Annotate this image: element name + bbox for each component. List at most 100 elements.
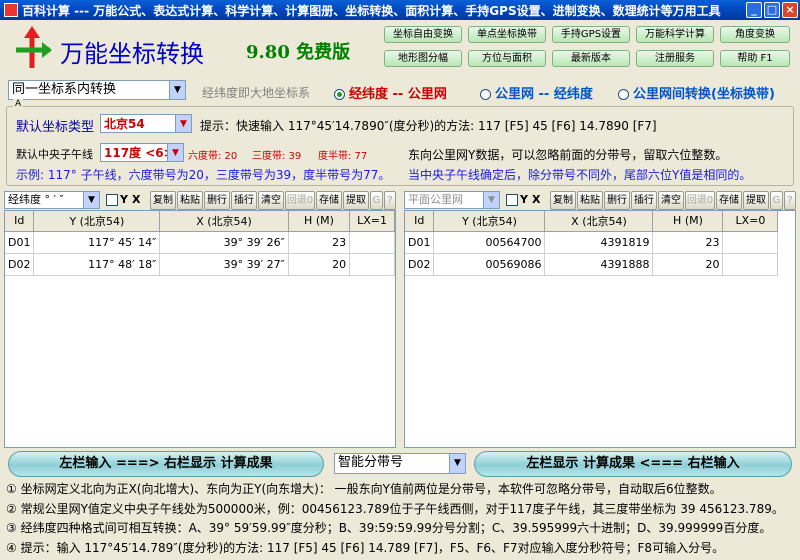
zone-select[interactable]: 智能分带号 ▼ (334, 453, 466, 474)
radio-label: 公里网间转换(坐标换带) (633, 87, 775, 102)
right-data-grid[interactable]: Id Y (北京54) X (北京54) H (M) LX=0 D01 0056… (404, 210, 796, 448)
right-format-select[interactable]: 平面公里网 ▼ (404, 191, 500, 209)
cell-h[interactable]: 23 (288, 231, 351, 254)
col-header-y[interactable]: Y (北京54) (33, 211, 161, 232)
left-save-button[interactable]: 存储 (316, 191, 342, 210)
table-row[interactable]: D02 117° 48′ 18″ 39° 39′ 27″ 20 (5, 253, 395, 276)
angle-transform-button[interactable]: 角度变换 (720, 26, 790, 43)
left-delete-row-button[interactable]: 删行 (204, 191, 230, 210)
left-to-right-button[interactable]: 左栏输入 ===> 右栏显示 计算成果 (8, 451, 324, 477)
help-button[interactable]: 帮助 F1 (720, 50, 790, 67)
note-line: ① 坐标网定义北向为正X(向北增大)、东向为正Y(向东增大)： 一般东向Y值前两… (6, 482, 722, 496)
register-button[interactable]: 注册服务 (636, 50, 714, 67)
left-undo-button[interactable]: 回退0 (285, 191, 315, 210)
right-paste-button[interactable]: 粘贴 (577, 191, 603, 210)
meridian-note: 当中央子午线确定后，除分带号不同外，尾部六位Y值是相同的。 (408, 168, 752, 182)
cell-x[interactable]: 39° 39′ 26″ (159, 231, 289, 254)
right-help-button[interactable]: ? (784, 191, 796, 210)
app-icon (4, 3, 18, 17)
mode-hint: 经纬度即大地坐标系 (202, 86, 311, 100)
close-button[interactable]: × (782, 2, 798, 18)
zone-select-value: 智能分带号 (338, 455, 404, 470)
scientific-calc-button[interactable]: 万能科学计算 (636, 26, 714, 43)
cell-id[interactable]: D02 (405, 253, 435, 276)
cell-id[interactable]: D02 (5, 253, 35, 276)
azimuth-area-button[interactable]: 方位与面积 (468, 50, 546, 67)
cell-id[interactable]: D01 (405, 231, 435, 254)
cell-id[interactable]: D01 (5, 231, 35, 254)
right-copy-button[interactable]: 复制 (550, 191, 576, 210)
right-clear-button[interactable]: 清空 (658, 191, 684, 210)
cell-lx[interactable] (722, 231, 779, 254)
minimize-button[interactable]: _ (746, 2, 762, 18)
right-insert-row-button[interactable]: 插行 (631, 191, 657, 210)
map-sheet-button[interactable]: 地形图分幅 (384, 50, 462, 67)
left-copy-button[interactable]: 复制 (150, 191, 176, 210)
right-to-left-button[interactable]: 左栏显示 计算成果 <=== 右栏输入 (474, 451, 792, 477)
col-header-h[interactable]: H (M) (652, 211, 724, 232)
cell-y[interactable]: 00569086 (433, 253, 546, 276)
cell-h[interactable]: 23 (652, 231, 724, 254)
col-header-x[interactable]: X (北京54) (544, 211, 654, 232)
cell-h[interactable]: 20 (288, 253, 351, 276)
radio-grid-rezone[interactable]: 公里网间转换(坐标换带) (618, 83, 775, 102)
maximize-button[interactable]: □ (764, 2, 780, 18)
right-undo-button[interactable]: 回退0 (685, 191, 715, 210)
col-header-lx[interactable]: LX=1 (349, 211, 395, 232)
left-format-select[interactable]: 经纬度 ° ′ ″ ▼ (4, 191, 100, 209)
right-save-button[interactable]: 存储 (716, 191, 742, 210)
free-transform-button[interactable]: 坐标自由变换 (384, 26, 462, 43)
radio-dot (334, 89, 345, 100)
col-header-lx[interactable]: LX=0 (722, 211, 779, 232)
conversion-select-value: 同一坐标系内转换 (12, 82, 117, 97)
left-clear-button[interactable]: 清空 (258, 191, 284, 210)
coord-type-select[interactable]: 北京54 ▼ (100, 114, 192, 133)
note-line: ④ 提示：输入 117°45′14.789″(度分秒)的方法: 117 [F5]… (6, 540, 725, 555)
cell-lx[interactable] (722, 253, 779, 276)
window-title: 百科计算 --- 万能公式、表达式计算、科学计算、计算图册、坐标转换、面积计算、… (22, 3, 721, 18)
left-insert-row-button[interactable]: 插行 (231, 191, 257, 210)
radio-grid-to-latlon[interactable]: 公里网 -- 经纬度 (480, 83, 593, 102)
right-g-button[interactable]: G (770, 191, 783, 210)
col-header-x[interactable]: X (北京54) (159, 211, 289, 232)
left-y-checkbox[interactable] (106, 194, 118, 206)
quick-input-tip: 提示：快速输入 117°45′14.7890″(度分秒)的方法: 117 [F5… (200, 119, 657, 133)
latest-version-button[interactable]: 最新版本 (552, 50, 630, 67)
col-header-id[interactable]: Id (5, 211, 35, 232)
table-row[interactable]: D02 00569086 4391888 20 (405, 253, 779, 276)
cell-lx[interactable] (349, 231, 395, 254)
chevron-down-icon: ▼ (167, 144, 183, 161)
radio-latlon-to-grid[interactable]: 经纬度 -- 公里网 (334, 83, 447, 102)
single-point-rezone-button[interactable]: 单点坐标换带 (468, 26, 546, 43)
left-g-button[interactable]: G (370, 191, 383, 210)
right-format-value: 平面公里网 (408, 193, 463, 206)
cell-x[interactable]: 39° 39′ 27″ (159, 253, 289, 276)
right-delete-row-button[interactable]: 删行 (604, 191, 630, 210)
cell-x[interactable]: 4391819 (544, 231, 654, 254)
meridian-label: 默认中央子午线 (16, 148, 93, 161)
table-row[interactable]: D01 117° 45′ 14″ 39° 39′ 26″ 23 (5, 231, 395, 254)
example-note: 示例: 117° 子午线，六度带号为20，三度带号为39，度半带号为77。 (16, 168, 391, 182)
gps-settings-button[interactable]: 手持GPS设置 (552, 26, 630, 43)
cell-y[interactable]: 00564700 (433, 231, 546, 254)
conversion-select[interactable]: 同一坐标系内转换 ▼ (8, 80, 186, 100)
cell-y[interactable]: 117° 45′ 14″ (33, 231, 161, 254)
note-line: ② 常规公里网Y值定义中央子午线处为500000米，例：00456123.789… (6, 501, 784, 516)
radio-label: 经纬度 -- 公里网 (349, 87, 447, 102)
left-extract-button[interactable]: 提取 (343, 191, 369, 210)
cell-x[interactable]: 4391888 (544, 253, 654, 276)
left-paste-button[interactable]: 粘贴 (177, 191, 203, 210)
cell-y[interactable]: 117° 48′ 18″ (33, 253, 161, 276)
table-row[interactable]: D01 00564700 4391819 23 (405, 231, 779, 254)
right-toolbar: 平面公里网 ▼ Y X 复制 粘贴 删行 插行 清空 回退0 存储 提取 G ? (404, 191, 796, 211)
col-header-y[interactable]: Y (北京54) (433, 211, 546, 232)
col-header-h[interactable]: H (M) (288, 211, 351, 232)
left-data-grid[interactable]: Id Y (北京54) X (北京54) H (M) LX=1 D01 117°… (4, 210, 396, 448)
cell-h[interactable]: 20 (652, 253, 724, 276)
meridian-select[interactable]: 117度 <6> ▼ (100, 143, 184, 162)
left-help-button[interactable]: ? (384, 191, 396, 210)
col-header-id[interactable]: Id (405, 211, 435, 232)
right-extract-button[interactable]: 提取 (743, 191, 769, 210)
right-y-checkbox[interactable] (506, 194, 518, 206)
cell-lx[interactable] (349, 253, 395, 276)
